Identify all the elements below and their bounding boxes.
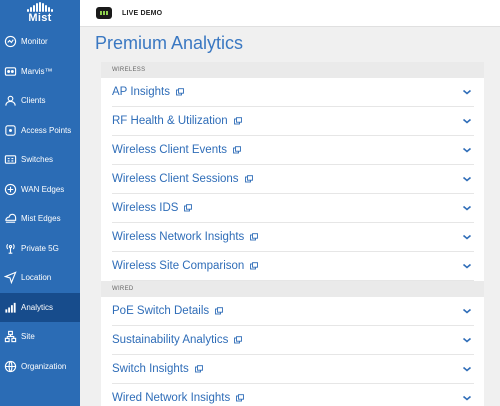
list-item-wireless-client-events[interactable]: Wireless Client Events <box>112 136 474 165</box>
mist-logo[interactable]: Mist <box>0 0 80 27</box>
list-item-label[interactable]: RF Health & Utilization <box>112 115 228 127</box>
external-link-icon <box>184 204 193 212</box>
list-item-label[interactable]: Wireless Client Sessions <box>112 173 239 185</box>
chevron-down-icon[interactable] <box>462 175 472 183</box>
chevron-down-icon[interactable] <box>462 117 472 125</box>
live-demo-icon <box>96 7 112 19</box>
section-header-wired: WIRED <box>101 281 484 297</box>
external-link-icon <box>250 262 259 270</box>
sidebar-item-analytics[interactable]: Analytics <box>0 292 80 322</box>
sidebar-item-label: WAN Edges <box>21 184 65 194</box>
list-item-switch-insights[interactable]: Switch Insights <box>112 355 474 384</box>
external-link-icon <box>250 233 259 241</box>
sidebar-item-label: Location <box>21 273 52 283</box>
organization-icon <box>4 360 17 373</box>
switch-icon <box>4 153 17 166</box>
logo-dots-icon <box>27 2 53 12</box>
logo-text: Mist <box>28 12 52 24</box>
sidebar-item-label: Analytics <box>21 302 54 312</box>
clients-icon <box>4 94 17 107</box>
sidebar-item-label: Access Points <box>21 125 72 135</box>
sidebar-item-label: Private 5G <box>21 243 59 253</box>
list-item-label[interactable]: Switch Insights <box>112 363 189 375</box>
sidebar-item-marvis[interactable]: Marvis™ <box>0 57 80 87</box>
sidebar-item-label: Clients <box>21 96 46 106</box>
sidebar-item-switches[interactable]: Switches <box>0 145 80 175</box>
sidebar-item-access-points[interactable]: Access Points <box>0 116 80 146</box>
sidebar-item-monitor[interactable]: Monitor <box>0 27 80 57</box>
site-icon <box>4 330 17 343</box>
list-item-label[interactable]: Wired Network Insights <box>112 392 230 404</box>
org-name[interactable]: LIVE DEMO <box>122 10 162 17</box>
list-item-ap-insights[interactable]: AP Insights <box>112 78 474 107</box>
chevron-down-icon[interactable] <box>462 307 472 315</box>
analytics-icon <box>4 301 17 314</box>
external-link-icon <box>236 394 245 402</box>
external-link-icon <box>233 117 242 125</box>
list-item-label[interactable]: Wireless Site Comparison <box>112 260 244 272</box>
list-item-wireless-client-sessions[interactable]: Wireless Client Sessions <box>112 165 474 194</box>
list-item-label[interactable]: Wireless Client Events <box>112 144 227 156</box>
chevron-down-icon[interactable] <box>462 394 472 402</box>
chevron-down-icon[interactable] <box>462 262 472 270</box>
marvis-icon <box>4 65 17 78</box>
sidebar-item-organization[interactable]: Organization <box>0 352 80 382</box>
sidebar-item-clients[interactable]: Clients <box>0 86 80 116</box>
external-link-icon <box>194 365 203 373</box>
sidebar-item-label: Monitor <box>21 37 48 47</box>
location-icon <box>4 271 17 285</box>
mist-edge-icon <box>4 212 17 225</box>
analytics-list-panel: WIRELESS AP Insights RF Health & Utiliza… <box>101 62 484 406</box>
access-point-icon <box>4 124 17 137</box>
sidebar: Mist Monitor Marvis™ Clients Access Poin… <box>0 0 80 406</box>
page-title: Premium Analytics <box>95 33 244 53</box>
chevron-down-icon[interactable] <box>462 88 472 96</box>
list-item-wired-network-insights[interactable]: Wired Network Insights <box>112 384 474 406</box>
sidebar-item-mist-edges[interactable]: Mist Edges <box>0 204 80 234</box>
external-link-icon <box>234 336 243 344</box>
monitor-icon <box>4 35 17 48</box>
list-item-wireless-site-comparison[interactable]: Wireless Site Comparison <box>112 252 474 281</box>
sidebar-item-wan-edges[interactable]: WAN Edges <box>0 175 80 205</box>
sidebar-item-location[interactable]: Location <box>0 263 80 293</box>
external-link-icon <box>176 88 184 96</box>
sidebar-item-private-5g[interactable]: Private 5G <box>0 234 80 264</box>
chevron-down-icon[interactable] <box>462 204 472 212</box>
external-link-icon <box>233 146 241 154</box>
private-5g-icon <box>4 242 17 255</box>
sidebar-item-label: Site <box>21 332 35 342</box>
list-item-label[interactable]: Wireless Network Insights <box>112 231 244 243</box>
sidebar-item-label: Switches <box>21 155 54 165</box>
list-item-poe-switch-details[interactable]: PoE Switch Details <box>112 297 474 326</box>
sidebar-item-site[interactable]: Site <box>0 322 80 352</box>
list-item-label[interactable]: PoE Switch Details <box>112 305 209 317</box>
wan-edge-icon <box>4 183 17 196</box>
list-item-wireless-network-insights[interactable]: Wireless Network Insights <box>112 223 474 252</box>
chevron-down-icon[interactable] <box>462 336 472 344</box>
section-header-wireless: WIRELESS <box>101 62 484 78</box>
chevron-down-icon[interactable] <box>462 146 472 154</box>
list-item-rf-health[interactable]: RF Health & Utilization <box>112 107 474 136</box>
list-item-label[interactable]: AP Insights <box>112 86 170 98</box>
sidebar-item-label: Mist Edges <box>21 214 61 224</box>
chevron-down-icon[interactable] <box>462 233 472 241</box>
list-item-sustainability-analytics[interactable]: Sustainability Analytics <box>112 326 474 355</box>
list-item-wireless-ids[interactable]: Wireless IDS <box>112 194 474 223</box>
chevron-down-icon[interactable] <box>462 365 472 373</box>
sidebar-item-label: Organization <box>21 361 67 371</box>
list-item-label[interactable]: Wireless IDS <box>112 202 178 214</box>
external-link-icon <box>215 307 224 315</box>
external-link-icon <box>244 175 253 183</box>
top-bar: LIVE DEMO <box>80 0 500 27</box>
sidebar-item-label: Marvis™ <box>21 66 53 76</box>
list-item-label[interactable]: Sustainability Analytics <box>112 334 228 346</box>
